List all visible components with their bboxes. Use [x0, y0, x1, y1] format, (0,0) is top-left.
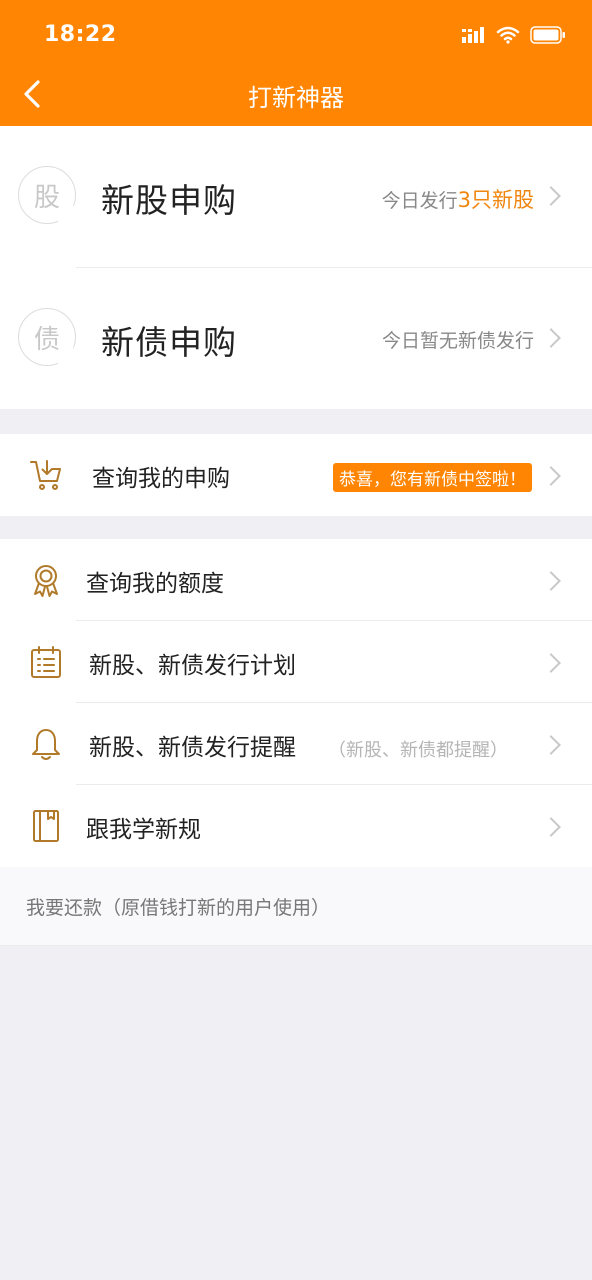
chevron-right-icon: [541, 653, 561, 673]
menu-item-quota[interactable]: 查询我的额度: [0, 539, 592, 621]
new-bond-status: 今日暂无新债发行: [381, 330, 534, 352]
signal-icon: [462, 27, 484, 43]
page-title: 打新神器: [248, 84, 344, 112]
chevron-right-icon: [541, 328, 561, 348]
status-icons: [462, 24, 566, 46]
calendar-list-icon: [31, 646, 61, 678]
chevron-right-icon: [541, 735, 561, 755]
cart-download-icon: [30, 460, 61, 490]
status-time: 18:22: [44, 22, 117, 47]
repayment-link[interactable]: 我要还款（原借钱打新的用户使用）: [0, 867, 592, 946]
my-subscription-row[interactable]: 查询我的申购 恭喜，您有新债中签啦！: [0, 434, 592, 516]
my-subscription-card: 查询我的申购 恭喜，您有新债中签啦！: [0, 434, 592, 516]
new-stock-label: 新股申购: [101, 181, 237, 220]
my-subscription-label: 查询我的申购: [92, 466, 230, 492]
battery-icon: [530, 26, 565, 44]
menu-item-label: 查询我的额度: [86, 571, 224, 597]
new-bond-subscription-row[interactable]: 债 新债申购 今日暂无新债发行: [0, 268, 592, 409]
chevron-right-icon: [541, 466, 561, 486]
menu-item-label: 跟我学新规: [86, 817, 201, 843]
win-notice-badge: 恭喜，您有新债中签啦！: [333, 463, 532, 492]
chevron-right-icon: [541, 186, 561, 206]
menu-item-learn-rules[interactable]: 跟我学新规: [0, 785, 592, 867]
new-stock-status: 今日发行3只新股: [381, 188, 534, 212]
reminder-hint: （新股、新债都提醒）: [328, 740, 508, 761]
top-header: 18:22 打新神器: [0, 0, 592, 126]
new-bond-label: 新债申购: [101, 323, 237, 362]
menu-item-issue-reminder[interactable]: 新股、新债发行提醒 （新股、新债都提醒）: [0, 703, 592, 785]
new-stock-subscription-row[interactable]: 股 新股申购 今日发行3只新股: [0, 126, 592, 267]
chevron-right-icon: [541, 817, 561, 837]
subscription-card: 股 新股申购 今日发行3只新股 债 新债申购 今日暂无新债发行: [0, 126, 592, 409]
chevron-right-icon: [541, 571, 561, 591]
award-icon: [34, 565, 58, 597]
new-stock-count: 3只新股: [457, 188, 534, 212]
bell-icon: [32, 729, 60, 760]
menu-card: 查询我的额度 新股、新债发行计划 新股、新债发行提醒 （新股、新债都提醒） 跟我…: [0, 539, 592, 867]
wifi-icon: [496, 26, 520, 44]
menu-item-label: 新股、新债发行提醒: [89, 735, 296, 761]
menu-item-label: 新股、新债发行计划: [89, 653, 296, 679]
repayment-label: 我要还款（原借钱打新的用户使用）: [26, 897, 331, 919]
book-icon: [33, 810, 59, 842]
title-bar: 打新神器: [0, 66, 592, 122]
menu-item-issue-plan[interactable]: 新股、新债发行计划: [0, 621, 592, 703]
